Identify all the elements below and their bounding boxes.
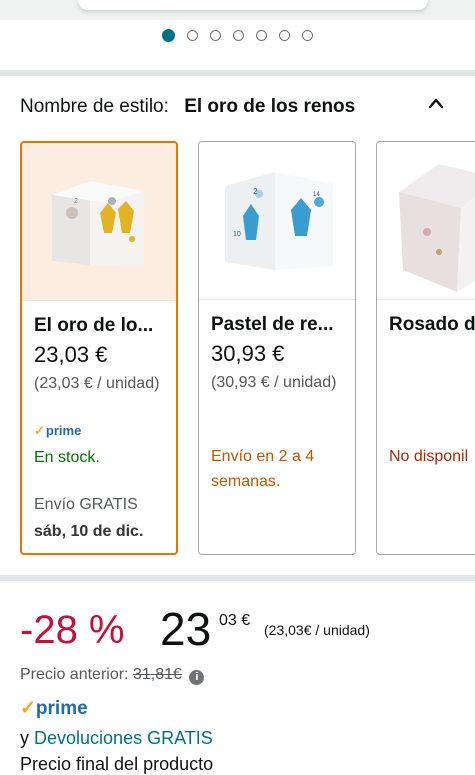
delivery-date: sáb, 10 de dic.	[34, 523, 144, 540]
price-fraction: 03 €	[219, 612, 251, 629]
variant-card[interactable]: Rosado d No disponil	[376, 141, 475, 555]
variant-name: Rosado d	[389, 314, 475, 335]
svg-text:2: 2	[74, 198, 78, 205]
returns-prefix: y	[20, 728, 29, 748]
availability: Envío en 2 a 4 semanas.	[211, 448, 315, 490]
svg-text:10: 10	[233, 231, 241, 238]
carousel-dot[interactable]	[233, 30, 244, 41]
product-image	[377, 142, 475, 300]
price-per-unit: (23,03€ / unidad)	[264, 622, 370, 638]
variant-unit-price: (23,03 € / unidad)	[34, 375, 160, 392]
variant-name: El oro de lo...	[34, 315, 154, 336]
search-bar-card[interactable]	[78, 0, 428, 10]
prime-badge: ✓prime	[20, 698, 88, 719]
info-icon[interactable]: i	[189, 670, 205, 685]
carousel-dot[interactable]	[302, 30, 313, 41]
carousel-dot[interactable]	[256, 30, 267, 41]
variant-name: Pastel de re...	[211, 314, 334, 335]
free-returns-link[interactable]: Devoluciones GRATIS	[34, 728, 213, 748]
carousel-dot[interactable]	[210, 30, 221, 41]
variant-unit-price: (30,93 € / unidad)	[211, 374, 337, 391]
variant-carousel[interactable]: 2 El oro de lo... 23,03 € (23,03 € / uni…	[20, 141, 475, 556]
product-image: 2 14 10	[199, 142, 355, 300]
variant-price: 30,93 €	[211, 341, 285, 366]
shipping: Envío GRATIS	[34, 496, 138, 513]
chevron-up-icon[interactable]	[428, 96, 444, 112]
discount-percentage: -28 %	[20, 608, 125, 652]
section-divider	[0, 70, 475, 76]
variant-card[interactable]: 2 14 10 Pastel de re... 30,93 € (30,93 €…	[198, 141, 356, 555]
style-label: Nombre de estilo:	[20, 96, 169, 117]
price-whole: 23	[160, 603, 212, 655]
svg-text:14: 14	[313, 192, 320, 198]
svg-text:2: 2	[253, 187, 258, 196]
style-selector[interactable]: Nombre de estilo: El oro de los renos	[20, 96, 355, 118]
style-value: El oro de los renos	[184, 96, 356, 117]
availability: No disponil	[389, 448, 469, 465]
product-image: 2	[22, 143, 176, 301]
previous-price-row: Precio anterior: 31,81€ i	[20, 666, 205, 685]
variant-card-selected[interactable]: 2 El oro de lo... 23,03 € (23,03 € / uni…	[20, 141, 178, 555]
carousel-dot[interactable]	[279, 30, 290, 41]
carousel-dot-active[interactable]	[162, 29, 175, 42]
carousel-dot[interactable]	[187, 30, 198, 41]
previous-price: 31,81€	[132, 666, 182, 683]
availability: En stock.	[34, 449, 100, 466]
prime-badge: ✓prime	[34, 423, 82, 438]
variant-price: 23,03 €	[34, 342, 108, 367]
carousel-dots	[0, 29, 475, 42]
final-price-label: Precio final del producto	[20, 754, 214, 774]
section-divider	[0, 575, 475, 581]
prime-check-icon: ✓	[20, 698, 36, 719]
returns-row: y Devoluciones GRATIS	[20, 728, 213, 749]
previous-price-label: Precio anterior:	[20, 666, 129, 683]
prime-check-icon: ✓	[34, 423, 45, 438]
